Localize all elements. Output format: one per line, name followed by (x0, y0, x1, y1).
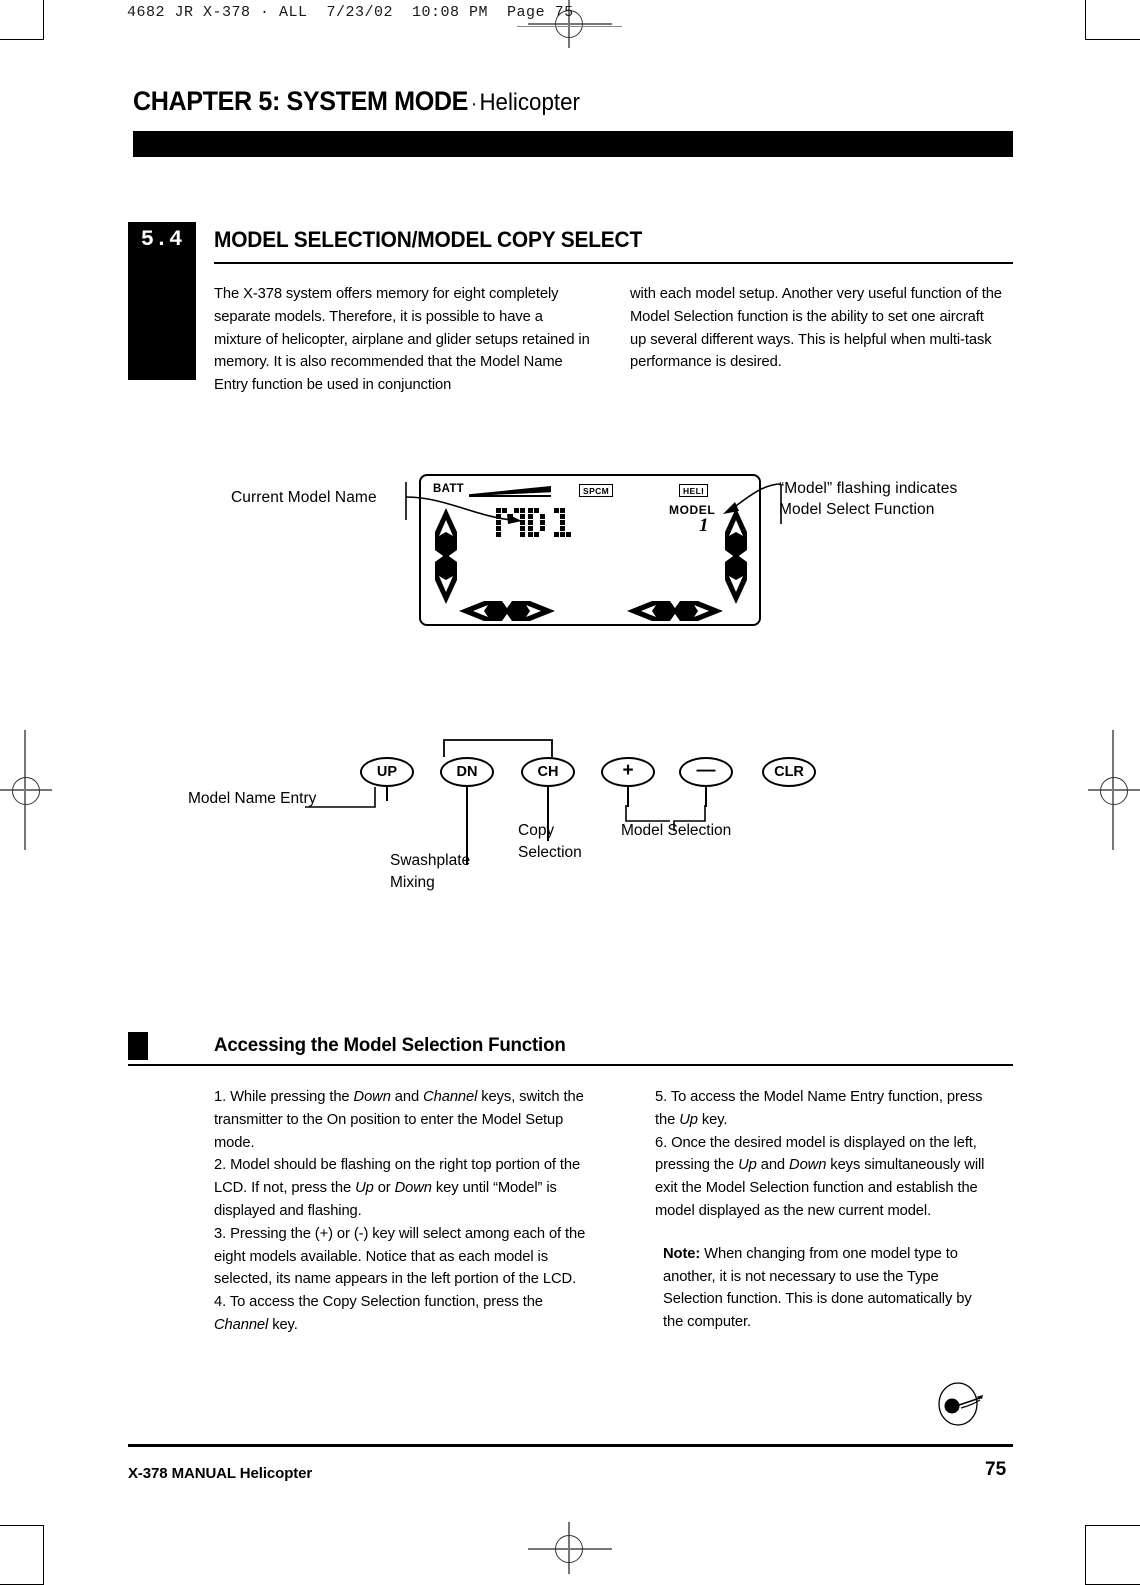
chapter-subject: Helicopter (479, 89, 580, 116)
chapter-title: CHAPTER 5: SYSTEM MODE (133, 86, 469, 116)
callout-model-flashing: “Model” flashing indicates Model Select … (779, 478, 1009, 520)
intro-column-left: The X-378 system offers memory for eight… (214, 283, 606, 397)
lcd-model-number: 1 (699, 515, 709, 536)
step-4: 4. To access the Copy Selection function… (214, 1293, 543, 1333)
title-separator: · (470, 93, 477, 115)
intro-text-right: with each model setup. Another very usef… (630, 285, 1002, 371)
label-copy-selection: Copy Selection (518, 820, 582, 864)
label-model-selection: Model Selection (621, 820, 731, 842)
leader-line-model-flashing (711, 478, 783, 536)
callout-model-flashing-line2: Model Select Function (779, 501, 935, 518)
key-up[interactable]: UP (360, 757, 414, 787)
step-5: 5. To access the Model Name Entry functi… (655, 1088, 983, 1128)
callout-current-model-name-text: Current Model Name (231, 489, 377, 506)
stem-minus (705, 787, 707, 807)
lcd-spcm-badge: SPCM (579, 484, 614, 497)
label-model-selection-text: Model Selection (621, 822, 732, 839)
leader-model-name-entry (305, 787, 389, 811)
key-up-label: UP (376, 764, 398, 780)
subsection-marker (128, 1032, 148, 1060)
intro-column-right: with each model setup. Another very usef… (630, 283, 1015, 374)
label-swashplate-line2: Mixing (390, 874, 435, 891)
callout-current-model-name: Current Model Name (231, 487, 377, 508)
instructions-column-right: 5. To access the Model Name Entry functi… (655, 1086, 1010, 1334)
header-black-bar (133, 131, 1013, 157)
key-minus-label: — (696, 760, 716, 781)
step-6: 6. Once the desired model is displayed o… (655, 1133, 985, 1219)
key-dn-label: DN (456, 764, 478, 780)
note-block: Note: When changing from one model type … (663, 1243, 983, 1334)
page-title: CHAPTER 5: SYSTEM MODE · Helicopter (133, 86, 951, 117)
footer-label: X-378 MANUAL Helicopter (128, 1465, 313, 1482)
label-model-name-entry: Model Name Entry (188, 788, 316, 810)
section-number-block: 5.4 (128, 222, 196, 380)
trim-indicator-bottom-left (457, 600, 557, 622)
key-dn[interactable]: DN (440, 757, 494, 787)
note-text: When changing from one model type to ano… (663, 1244, 972, 1331)
trim-indicator-bottom-right (625, 600, 725, 622)
section-title: MODEL SELECTION/MODEL COPY SELECT (214, 227, 643, 252)
label-copy-line1: Copy (518, 822, 555, 839)
bracket-dn-ch (442, 738, 554, 758)
intro-text-left: The X-378 system offers memory for eight… (214, 285, 590, 394)
step-3: 3. Pressing the (+) or (-) key will sele… (214, 1224, 586, 1288)
key-ch[interactable]: CH (521, 757, 575, 787)
key-ch-label: CH (537, 764, 559, 780)
note-label: Note: (663, 1244, 701, 1262)
section-number: 5.4 (140, 227, 184, 252)
callout-model-flashing-line1: “Model” flashing indicates (779, 480, 958, 497)
instructions-column-left: 1. While pressing the Down and Channel k… (214, 1086, 604, 1337)
label-swashplate-line1: Swashplate (390, 852, 471, 869)
label-model-name-entry-text: Model Name Entry (188, 790, 317, 807)
label-swashplate-mixing: Swashplate Mixing (390, 850, 470, 894)
jr-logo (928, 1382, 988, 1426)
stem-plus (627, 787, 629, 807)
step-1: 1. While pressing the Down and Channel k… (214, 1088, 584, 1151)
key-clr-label: CLR (774, 764, 804, 780)
leader-line-current-model-name (404, 480, 534, 535)
key-minus[interactable]: — (679, 757, 733, 787)
subsection-heading: Accessing the Model Selection Function (214, 1034, 566, 1056)
key-plus-label: + (622, 760, 634, 781)
section-rule (214, 262, 1013, 264)
subsection-rule (128, 1064, 1013, 1066)
step-2: 2. Model should be flashing on the right… (214, 1156, 581, 1219)
label-copy-line2: Selection (518, 844, 582, 861)
lcd-heli-badge: HELI (679, 484, 708, 497)
key-clr[interactable]: CLR (762, 757, 816, 787)
key-plus[interactable]: + (601, 757, 655, 787)
footer-rule (128, 1444, 1013, 1447)
manual-page: CHAPTER 5: SYSTEM MODE · Helicopter 5.4 MO… (0, 0, 1140, 1575)
footer-page-number: 75 (985, 1459, 1007, 1480)
